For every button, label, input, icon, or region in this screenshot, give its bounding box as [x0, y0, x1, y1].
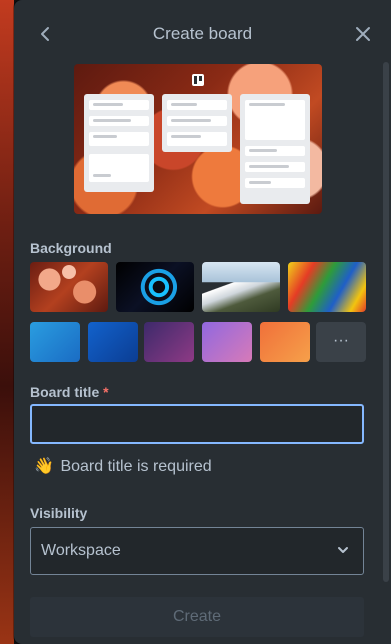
background-color-2[interactable]	[88, 322, 138, 362]
background-photo-flowers[interactable]	[30, 262, 108, 312]
more-backgrounds-button[interactable]: ···	[316, 322, 366, 362]
close-icon	[356, 27, 370, 41]
board-preview	[74, 64, 322, 214]
board-title-label: Board title *	[30, 384, 109, 400]
background-photo-blue-swirl[interactable]	[116, 262, 194, 312]
required-asterisk: *	[103, 384, 109, 400]
background-color-4[interactable]	[202, 322, 252, 362]
board-icon	[192, 74, 204, 86]
board-title-hint: 👋 Board title is required	[34, 458, 212, 475]
background-color-3[interactable]	[144, 322, 194, 362]
chevron-down-icon	[338, 547, 348, 553]
background-color-1[interactable]	[30, 322, 80, 362]
visibility-selected-value: Workspace	[41, 542, 121, 559]
visibility-select[interactable]: Workspace	[30, 527, 364, 575]
create-board-popover: Create board Background ··· Board title …	[14, 0, 391, 644]
background-photo-rainbow-feathers[interactable]	[288, 262, 366, 312]
popover-title: Create board	[152, 24, 253, 43]
close-button[interactable]	[351, 22, 375, 46]
background-app-sliver	[0, 0, 14, 644]
wave-icon: 👋	[34, 458, 54, 475]
popover-header: Create board	[14, 14, 391, 58]
preview-list	[84, 94, 154, 192]
scrollbar[interactable]	[383, 62, 389, 582]
visibility-label: Visibility	[30, 505, 88, 521]
board-title-input[interactable]	[30, 404, 364, 444]
background-color-5[interactable]	[260, 322, 310, 362]
more-icon: ···	[333, 332, 349, 349]
create-button[interactable]: Create	[30, 597, 364, 637]
preview-list	[162, 94, 232, 152]
background-label: Background	[30, 240, 112, 256]
background-photo-mountain[interactable]	[202, 262, 280, 312]
preview-list	[240, 94, 310, 204]
